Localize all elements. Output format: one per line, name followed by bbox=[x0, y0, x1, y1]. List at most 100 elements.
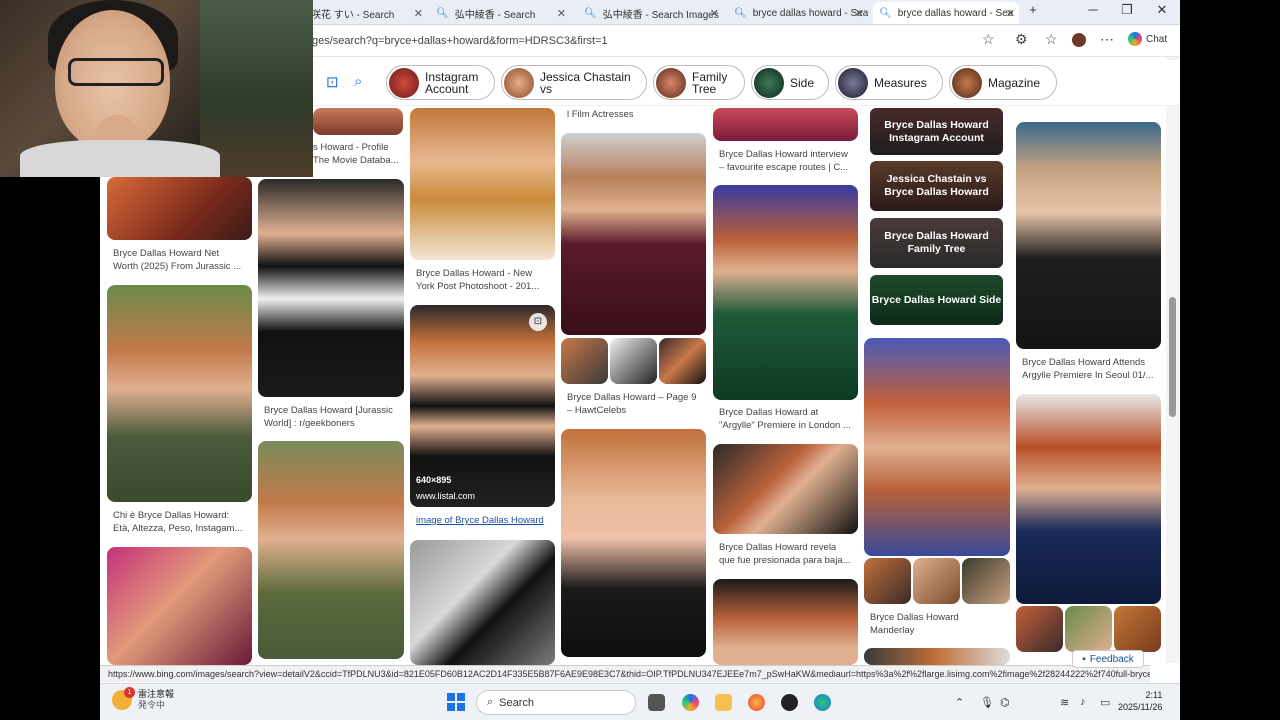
tab-4[interactable]: 🔍︎ bryce dallas howard - Sea ✕ bbox=[728, 2, 868, 24]
image-result[interactable] bbox=[561, 133, 706, 335]
microphone-icon[interactable]: 🎙︎ bbox=[980, 696, 994, 709]
close-icon[interactable]: ✕ bbox=[710, 7, 719, 20]
image-thumb[interactable] bbox=[610, 338, 657, 384]
address-bar[interactable]: ges/search?q=bryce+dallas+howard&form=HD… bbox=[312, 29, 1002, 53]
result-caption[interactable]: Bryce Dallas Howard - New York Post Phot… bbox=[416, 267, 556, 293]
image-size: 640×895 bbox=[416, 475, 452, 485]
image-thumb[interactable] bbox=[1016, 606, 1063, 652]
feedback-button[interactable]: ▪ Feedback bbox=[1072, 650, 1144, 668]
image-thumb[interactable] bbox=[561, 338, 608, 384]
image-result[interactable] bbox=[713, 444, 858, 534]
page-scrollbar[interactable] bbox=[1166, 57, 1180, 663]
tab-3-label: 弘中綾香 - Search Images bbox=[602, 9, 719, 21]
webcam-overlay bbox=[0, 0, 313, 177]
more-menu-icon[interactable]: ⋯ bbox=[1100, 31, 1114, 48]
image-result[interactable] bbox=[313, 108, 403, 135]
profile-avatar[interactable] bbox=[1072, 33, 1086, 47]
network-icon[interactable]: ⌬ bbox=[1000, 696, 1010, 709]
image-result[interactable] bbox=[864, 338, 1010, 556]
image-result[interactable] bbox=[1016, 394, 1161, 604]
weather-line-1: 雷注意報 bbox=[138, 689, 175, 699]
image-result[interactable] bbox=[258, 441, 404, 659]
tab-1[interactable]: 咲花 すい - Search ✕ bbox=[305, 2, 427, 24]
result-caption[interactable]: Bryce Dallas Howard interview – favourit… bbox=[719, 148, 859, 174]
close-icon[interactable]: ✕ bbox=[557, 7, 566, 20]
tab-3[interactable]: 🔍︎ 弘中綾香 - Search Images ✕ bbox=[578, 2, 723, 24]
image-result[interactable] bbox=[107, 285, 252, 502]
result-caption[interactable]: Bryce Dallas Howard revela que fue presi… bbox=[719, 541, 859, 567]
chevron-up-icon[interactable]: ⌃ bbox=[955, 696, 964, 709]
chip-magazine[interactable]: Magazine bbox=[949, 65, 1057, 100]
image-thumb[interactable] bbox=[962, 558, 1010, 604]
wifi-icon[interactable]: ≋ bbox=[1060, 696, 1069, 709]
chip-side[interactable]: Side bbox=[751, 65, 829, 100]
related-search-jessica[interactable]: Jessica Chastain vs Bryce Dallas Howard bbox=[870, 161, 1003, 211]
result-caption[interactable]: Bryce Dallas Howard Attends Argylle Prem… bbox=[1022, 356, 1162, 382]
visual-search-icon[interactable]: ⊡ bbox=[326, 73, 339, 91]
result-caption[interactable]: Bryce Dallas Howard Manderlay bbox=[870, 611, 1010, 637]
close-window-icon[interactable]: ✕ bbox=[1147, 2, 1177, 18]
image-result[interactable] bbox=[713, 108, 858, 141]
battery-icon[interactable]: ▭ bbox=[1100, 696, 1110, 709]
image-result[interactable] bbox=[107, 547, 252, 665]
scrollbar-thumb[interactable] bbox=[1169, 297, 1176, 417]
related-search-family-tree[interactable]: Bryce Dallas Howard Family Tree bbox=[870, 218, 1003, 268]
image-result[interactable] bbox=[561, 429, 706, 657]
search-icon[interactable]: ⌕ bbox=[354, 73, 362, 90]
firefox-icon[interactable] bbox=[748, 694, 765, 711]
image-result[interactable] bbox=[410, 108, 555, 260]
related-search-side[interactable]: Bryce Dallas Howard Side bbox=[870, 275, 1003, 325]
result-caption[interactable]: Bryce Dallas Howard [Jurassic World] : r… bbox=[264, 404, 404, 430]
close-icon[interactable]: ✕ bbox=[414, 7, 423, 20]
image-result-hovered[interactable]: ⊡ 640×895 www.listal.com bbox=[410, 305, 555, 507]
related-search-instagram[interactable]: Bryce Dallas Howard Instagram Account bbox=[870, 108, 1003, 155]
result-caption[interactable]: image of Bryce Dallas Howard bbox=[416, 514, 556, 527]
image-result[interactable] bbox=[107, 177, 252, 240]
image-source[interactable]: www.listal.com bbox=[416, 491, 475, 501]
favorites-icon[interactable]: ☆ bbox=[1045, 31, 1058, 48]
image-result[interactable] bbox=[713, 579, 858, 665]
extensions-icon[interactable]: ⚙ bbox=[1015, 31, 1028, 48]
result-caption[interactable]: s Howard - Profile The Movie Databa... bbox=[313, 141, 403, 167]
result-caption[interactable]: Chi è Bryce Dallas Howard: Età, Altezza,… bbox=[113, 509, 253, 535]
chat-button[interactable]: Chat bbox=[1128, 32, 1167, 46]
result-caption[interactable]: l Film Actresses bbox=[567, 108, 707, 121]
weather-widget[interactable]: 1 雷注意報 発令中 bbox=[112, 687, 175, 711]
image-thumb[interactable] bbox=[659, 338, 706, 384]
app-icon[interactable] bbox=[781, 694, 798, 711]
favorite-star-icon[interactable]: ☆ bbox=[982, 31, 995, 48]
chip-measures[interactable]: Measures bbox=[835, 65, 943, 100]
tab-5-active[interactable]: 🔍︎ bryce dallas howard - Sea ✕ bbox=[873, 2, 1019, 24]
result-caption[interactable]: Bryce Dallas Howard Net Worth (2025) Fro… bbox=[113, 247, 253, 273]
taskbar-search[interactable]: ⌕ Search bbox=[476, 690, 636, 715]
image-result[interactable] bbox=[713, 185, 858, 400]
image-thumb[interactable] bbox=[1065, 606, 1112, 652]
result-caption[interactable]: Bryce Dallas Howard at "Argylle" Premier… bbox=[719, 406, 859, 432]
restore-icon[interactable]: ❐ bbox=[1112, 2, 1142, 18]
chip-jessica-chastain[interactable]: Jessica Chastain vs bbox=[501, 65, 647, 100]
image-result[interactable] bbox=[258, 179, 404, 397]
edge-icon[interactable] bbox=[814, 694, 831, 711]
tab-2[interactable]: 🔍︎ 弘中綾香 - Search ✕ bbox=[430, 2, 570, 24]
close-icon[interactable]: ✕ bbox=[1006, 7, 1015, 20]
result-caption[interactable]: Bryce Dallas Howard – Page 9 – HawtCeleb… bbox=[567, 391, 707, 417]
copilot-icon[interactable] bbox=[682, 694, 699, 711]
minimize-icon[interactable]: ─ bbox=[1078, 2, 1108, 17]
chip-label: Side bbox=[790, 75, 815, 90]
visual-search-icon[interactable]: ⊡ bbox=[529, 313, 547, 331]
image-thumb[interactable] bbox=[864, 558, 911, 604]
volume-icon[interactable]: ♪ bbox=[1080, 696, 1086, 708]
chip-family-tree[interactable]: Family Tree bbox=[653, 65, 745, 100]
image-result[interactable] bbox=[864, 648, 1010, 665]
chip-instagram-account[interactable]: Instagram Account bbox=[386, 65, 495, 100]
windows-start-icon[interactable] bbox=[447, 693, 465, 711]
file-explorer-icon[interactable] bbox=[715, 694, 732, 711]
image-thumb[interactable] bbox=[913, 558, 960, 604]
taskbar-clock[interactable]: 2:11 2025/11/26 bbox=[1118, 689, 1162, 713]
new-tab-button[interactable]: + bbox=[1018, 2, 1048, 17]
task-view-icon[interactable] bbox=[648, 694, 665, 711]
image-result[interactable] bbox=[410, 540, 555, 665]
image-thumb[interactable] bbox=[1114, 606, 1161, 652]
image-result[interactable] bbox=[1016, 122, 1161, 349]
close-icon[interactable]: ✕ bbox=[855, 7, 864, 20]
